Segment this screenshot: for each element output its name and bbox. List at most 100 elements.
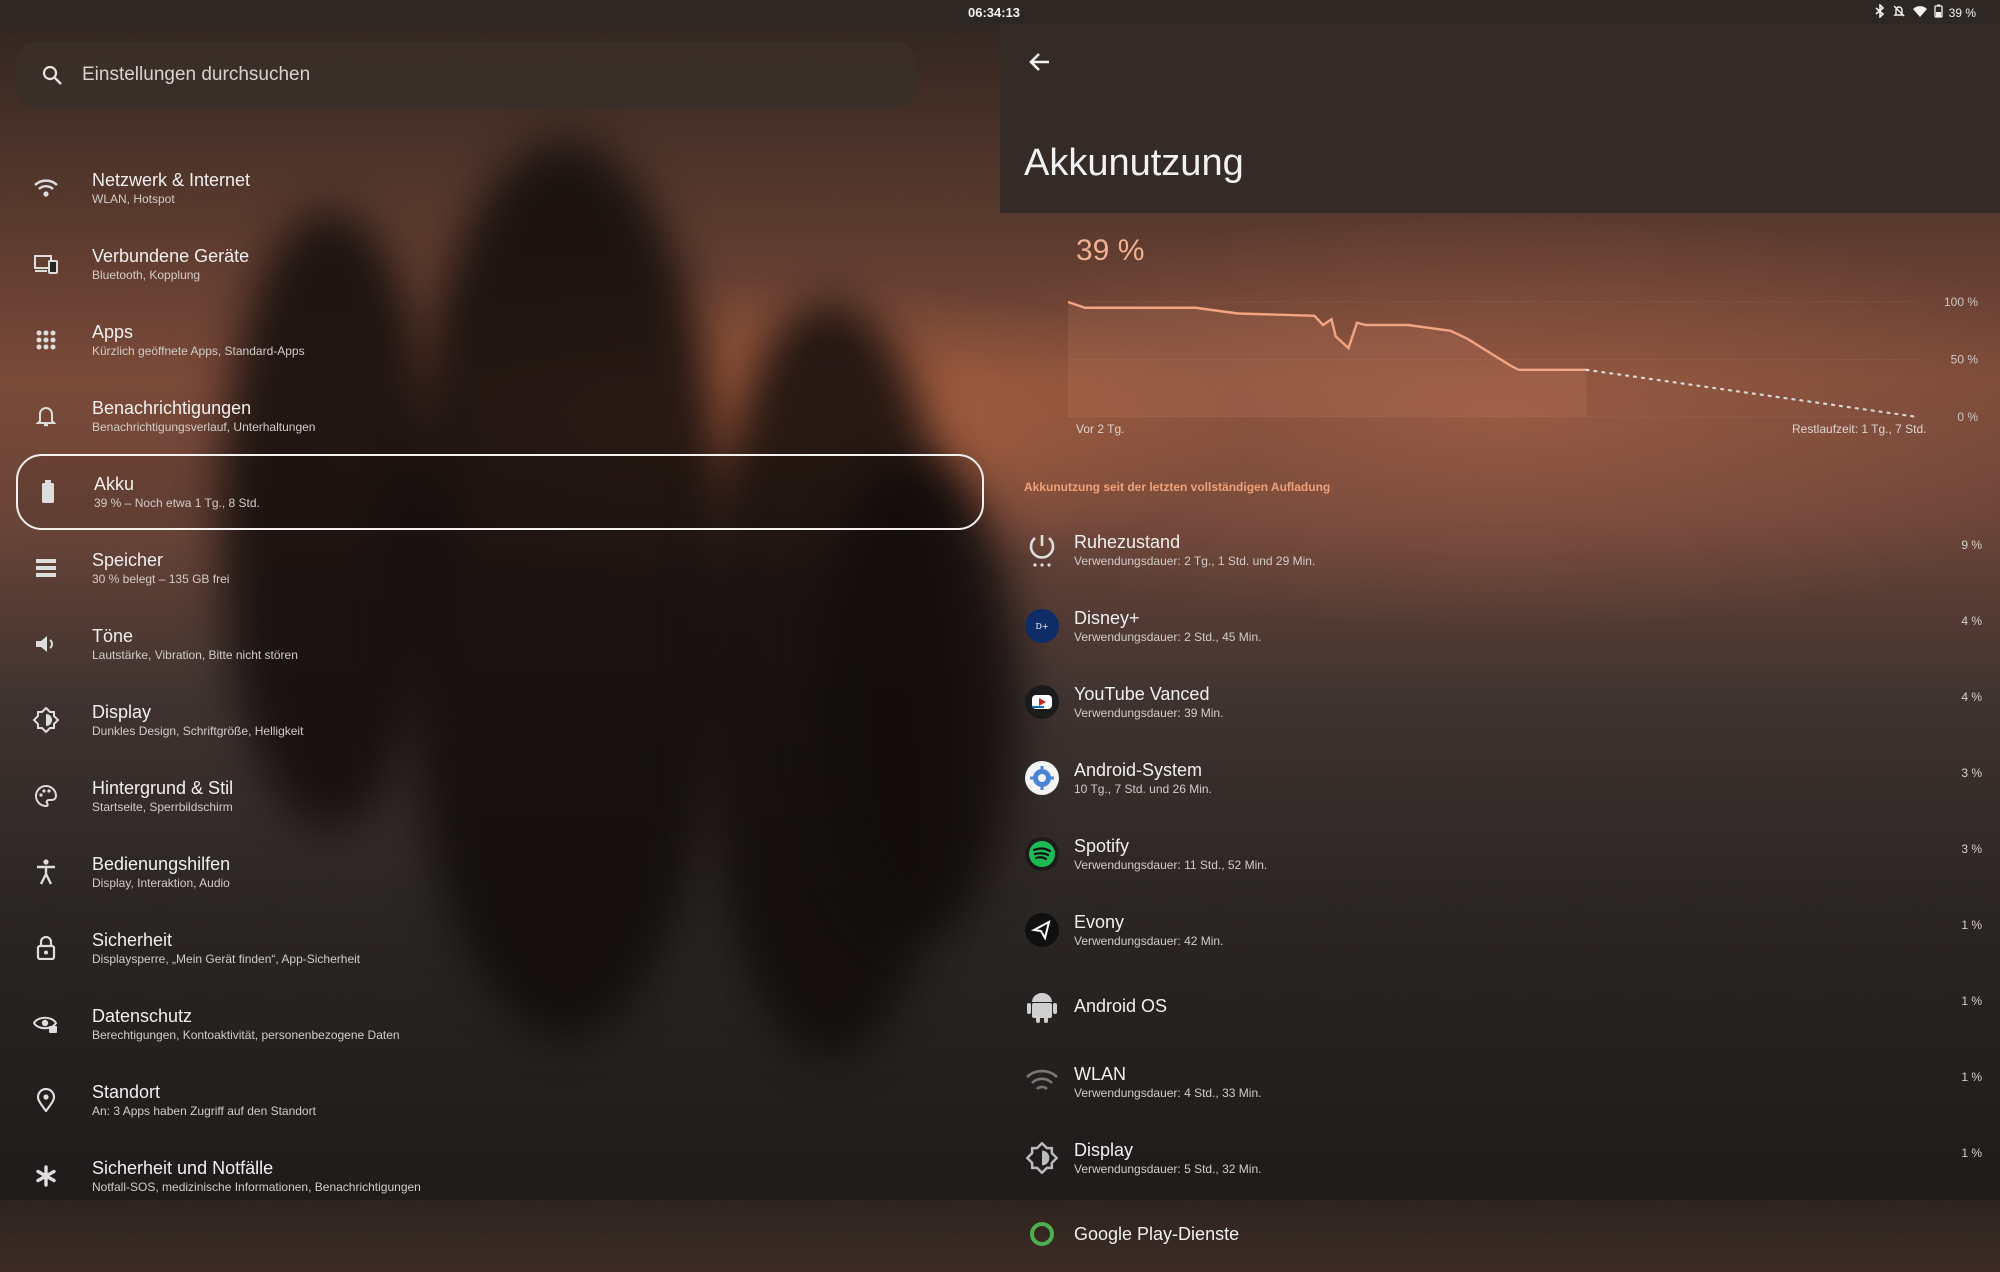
menu-item-subtitle: 39 % – Noch etwa 1 Tg., 8 Std. bbox=[94, 496, 260, 510]
lock-icon bbox=[32, 934, 60, 962]
search-icon bbox=[40, 63, 64, 87]
menu-item-security[interactable]: Sicherheit Displaysperre, „Mein Gerät fin… bbox=[16, 910, 984, 986]
menu-item-sounds[interactable]: Töne Lautstärke, Vibration, Bitte nicht s… bbox=[16, 606, 984, 682]
status-bar: 06:34:13 39 % bbox=[0, 0, 2000, 24]
battery-percent: 39 % bbox=[1948, 5, 1976, 20]
app-bar: Akkunutzung bbox=[1000, 24, 2000, 213]
app-usage-item[interactable]: WLAN Verwendungsdauer: 4 Std., 33 Min. 1 … bbox=[1000, 1044, 2000, 1120]
wifi-icon bbox=[32, 174, 60, 202]
google-play-services-icon bbox=[1024, 1216, 1060, 1252]
app-name: Spotify bbox=[1074, 836, 1130, 856]
menu-item-title: Töne bbox=[92, 626, 134, 646]
app-name: Android-System bbox=[1074, 760, 1203, 780]
speaker-icon bbox=[32, 630, 60, 658]
app-usage-item[interactable]: D+ Disney+ Verwendungsdauer: 2 Std., 45 M… bbox=[1000, 588, 2000, 664]
app-usage-item[interactable]: Spotify Verwendungsdauer: 11 Std., 52 Min… bbox=[1000, 816, 2000, 892]
app-usage-item[interactable]: Android-System 10 Tg., 7 Std. und 26 Min.… bbox=[1000, 740, 2000, 816]
app-usage-item[interactable]: Android OS 1 % bbox=[1000, 968, 2000, 1044]
battery-icon bbox=[1933, 4, 1943, 21]
privacy-eye-icon bbox=[32, 1010, 60, 1038]
menu-item-connected-devices[interactable]: Verbundene Geräte Bluetooth, Kopplung bbox=[16, 226, 984, 302]
y-tick-label: 0 % bbox=[1957, 410, 1978, 422]
devices-icon bbox=[32, 250, 60, 278]
menu-item-storage[interactable]: Speicher 30 % belegt – 135 GB frei bbox=[16, 530, 984, 606]
spotify-icon bbox=[1024, 836, 1060, 872]
section-label: Akkunutzung seit der letzten vollständig… bbox=[1024, 480, 1331, 494]
app-name: Android OS bbox=[1074, 996, 1168, 1016]
app-name: Evony bbox=[1074, 912, 1125, 932]
menu-item-accessibility[interactable]: Bedienungshilfen Display, Interaktion, Au… bbox=[16, 834, 984, 910]
app-percent: 4 % bbox=[1961, 690, 1982, 704]
menu-item-subtitle: 30 % belegt – 135 GB frei bbox=[92, 572, 230, 586]
app-detail: Verwendungsdauer: 2 Tg., 1 Std. und 29 M… bbox=[1074, 554, 1316, 568]
search-bar[interactable]: Einstellungen durchsuchen bbox=[16, 42, 916, 108]
battery-level: 39 % bbox=[1076, 234, 1145, 267]
app-usage-item[interactable]: YouTube Vanced Verwendungsdauer: 39 Min. … bbox=[1000, 664, 2000, 740]
power-icon bbox=[1024, 532, 1060, 568]
bluetooth-icon bbox=[1874, 3, 1886, 21]
app-percent: 1 % bbox=[1961, 1146, 1982, 1160]
apps-grid-icon bbox=[32, 326, 60, 354]
x-axis-end-label: Restlaufzeit: 1 Tg., 7 Std. bbox=[1792, 422, 1927, 436]
app-name: WLAN bbox=[1074, 1064, 1127, 1084]
x-axis-start-label: Vor 2 Tg. bbox=[1076, 422, 1125, 436]
brightness-icon bbox=[32, 706, 60, 734]
app-usage-item[interactable]: Display Verwendungsdauer: 5 Std., 32 Min.… bbox=[1000, 1120, 2000, 1196]
accessibility-icon bbox=[32, 858, 60, 886]
menu-item-title: Sicherheit und Notfälle bbox=[92, 1158, 274, 1178]
menu-item-title: Hintergrund & Stil bbox=[92, 778, 234, 798]
app-usage-item[interactable]: Ruhezustand Verwendungsdauer: 2 Tg., 1 St… bbox=[1000, 512, 2000, 588]
app-name: Disney+ bbox=[1074, 608, 1140, 628]
app-name: Ruhezustand bbox=[1074, 532, 1181, 552]
svg-text:D+: D+ bbox=[1035, 622, 1048, 631]
asterisk-icon bbox=[32, 1162, 60, 1190]
menu-item-battery[interactable]: Akku 39 % – Noch etwa 1 Tg., 8 Std. bbox=[16, 454, 984, 530]
app-detail: 10 Tg., 7 Std. und 26 Min. bbox=[1074, 782, 1212, 796]
app-percent: 1 % bbox=[1961, 918, 1982, 932]
mute-icon bbox=[1892, 4, 1906, 21]
menu-item-wallpaper-style[interactable]: Hintergrund & Stil Startseite, Sperrbilds… bbox=[16, 758, 984, 834]
menu-item-subtitle: WLAN, Hotspot bbox=[92, 192, 175, 206]
app-name: Google Play-Dienste bbox=[1074, 1224, 1240, 1244]
palette-icon bbox=[32, 782, 60, 810]
menu-item-title: Speicher bbox=[92, 550, 164, 570]
app-usage-item[interactable]: Google Play-Dienste bbox=[1000, 1196, 2000, 1272]
menu-item-privacy[interactable]: Datenschutz Berechtigungen, Kontoaktivitä… bbox=[16, 986, 984, 1062]
clock: 06:34:13 bbox=[968, 5, 1021, 20]
app-name: YouTube Vanced bbox=[1074, 684, 1210, 704]
brightness-icon bbox=[1024, 1140, 1060, 1176]
menu-item-title: Akku bbox=[94, 474, 135, 494]
back-arrow-icon[interactable] bbox=[1026, 48, 1054, 76]
status-icons: 39 % bbox=[1874, 3, 1976, 21]
menu-item-title: Standort bbox=[92, 1082, 161, 1102]
menu-item-title: Bedienungshilfen bbox=[92, 854, 231, 874]
youtube-vanced-icon bbox=[1024, 684, 1060, 720]
menu-item-display[interactable]: Display Dunkles Design, Schriftgröße, Hel… bbox=[16, 682, 984, 758]
android-system-gear-icon bbox=[1024, 760, 1060, 796]
menu-item-subtitle: Notfall-SOS, medizinische Informationen,… bbox=[92, 1180, 421, 1194]
app-usage-list: Ruhezustand Verwendungsdauer: 2 Tg., 1 St… bbox=[1000, 512, 2000, 1272]
menu-item-network[interactable]: Netzwerk & Internet WLAN, Hotspot bbox=[16, 150, 984, 226]
menu-item-subtitle: Benachrichtigungsverlauf, Unterhaltungen bbox=[92, 420, 316, 434]
app-usage-item[interactable]: Evony Verwendungsdauer: 42 Min. 1 % bbox=[1000, 892, 2000, 968]
settings-menu: Netzwerk & Internet WLAN, Hotspot Verbund… bbox=[16, 150, 984, 1214]
menu-item-location[interactable]: Standort An: 3 Apps haben Zugriff auf den… bbox=[16, 1062, 984, 1138]
menu-item-title: Netzwerk & Internet bbox=[92, 170, 251, 190]
settings-pane: Einstellungen durchsuchen Netzwerk & Int… bbox=[0, 24, 1000, 1200]
menu-item-notifications[interactable]: Benachrichtigungen Benachrichtigungsverla… bbox=[16, 378, 984, 454]
menu-item-apps[interactable]: Apps Kürzlich geöffnete Apps, Standard-Ap… bbox=[16, 302, 984, 378]
projection-line bbox=[1585, 368, 1920, 419]
menu-item-title: Datenschutz bbox=[92, 1006, 193, 1026]
menu-item-title: Benachrichtigungen bbox=[92, 398, 252, 418]
battery-chart: 100 % 50 % 0 % bbox=[1068, 295, 1979, 422]
app-detail: Verwendungsdauer: 4 Std., 33 Min. bbox=[1074, 1086, 1262, 1100]
menu-item-subtitle: Display, Interaktion, Audio bbox=[92, 876, 230, 890]
y-tick-label: 100 % bbox=[1944, 295, 1978, 309]
evony-icon bbox=[1024, 912, 1060, 948]
battery-icon bbox=[34, 478, 62, 506]
menu-item-safety-emergency[interactable]: Sicherheit und Notfälle Notfall-SOS, medi… bbox=[16, 1138, 984, 1214]
disney-plus-icon: D+ bbox=[1024, 608, 1060, 644]
app-percent: 3 % bbox=[1961, 842, 1982, 856]
y-tick-label: 50 % bbox=[1951, 353, 1979, 367]
app-name: Display bbox=[1074, 1140, 1134, 1160]
